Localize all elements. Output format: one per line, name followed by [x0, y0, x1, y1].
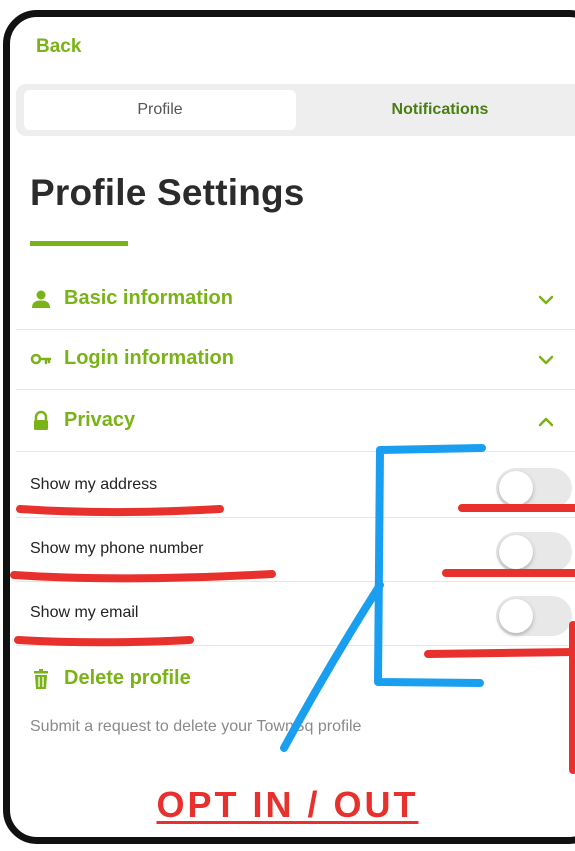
page-title: Profile Settings — [30, 172, 305, 213]
title-underline — [30, 241, 128, 246]
back-button[interactable]: Back — [36, 36, 81, 58]
delete-profile-description: Submit a request to delete your TownSq p… — [30, 718, 362, 735]
tab-bar: Profile Notifications — [16, 84, 575, 136]
option-show-email: Show my email — [16, 582, 575, 646]
delete-profile-button[interactable]: Delete profile — [16, 660, 575, 710]
chevron-down-icon[interactable] — [536, 350, 556, 370]
show-phone-toggle[interactable] — [496, 532, 572, 572]
person-icon — [32, 290, 50, 308]
key-icon — [30, 353, 52, 365]
option-label: Show my phone number — [30, 540, 204, 557]
show-email-toggle[interactable] — [496, 596, 572, 636]
option-show-phone: Show my phone number — [16, 518, 575, 582]
section-login-information[interactable]: Login information — [16, 330, 575, 390]
trash-icon — [34, 669, 48, 689]
section-label: Login information — [64, 347, 234, 369]
tab-notifications[interactable]: Notifications — [300, 90, 575, 130]
option-label: Show my address — [30, 476, 158, 493]
option-label: Show my email — [30, 604, 139, 621]
chevron-down-icon[interactable] — [536, 290, 556, 310]
chevron-up-icon[interactable] — [536, 412, 556, 432]
lock-icon — [34, 410, 48, 430]
section-privacy[interactable]: Privacy — [16, 392, 575, 452]
annotation-opt-in-out: OPT IN / OUT — [0, 784, 575, 826]
section-basic-information[interactable]: Basic information — [16, 270, 575, 330]
show-address-toggle[interactable] — [496, 468, 572, 508]
toggle-knob — [499, 471, 533, 505]
annotation-text: OPT IN / OUT — [156, 784, 419, 825]
profile-settings-screen: Back Profile Notifications Profile Setti… — [0, 0, 575, 851]
toggle-knob — [499, 535, 533, 569]
tab-profile[interactable]: Profile — [24, 90, 296, 130]
option-show-address: Show my address — [16, 454, 575, 518]
section-label: Basic information — [64, 287, 233, 309]
delete-profile-label: Delete profile — [64, 667, 191, 689]
toggle-knob — [499, 599, 533, 633]
section-label: Privacy — [64, 409, 136, 431]
